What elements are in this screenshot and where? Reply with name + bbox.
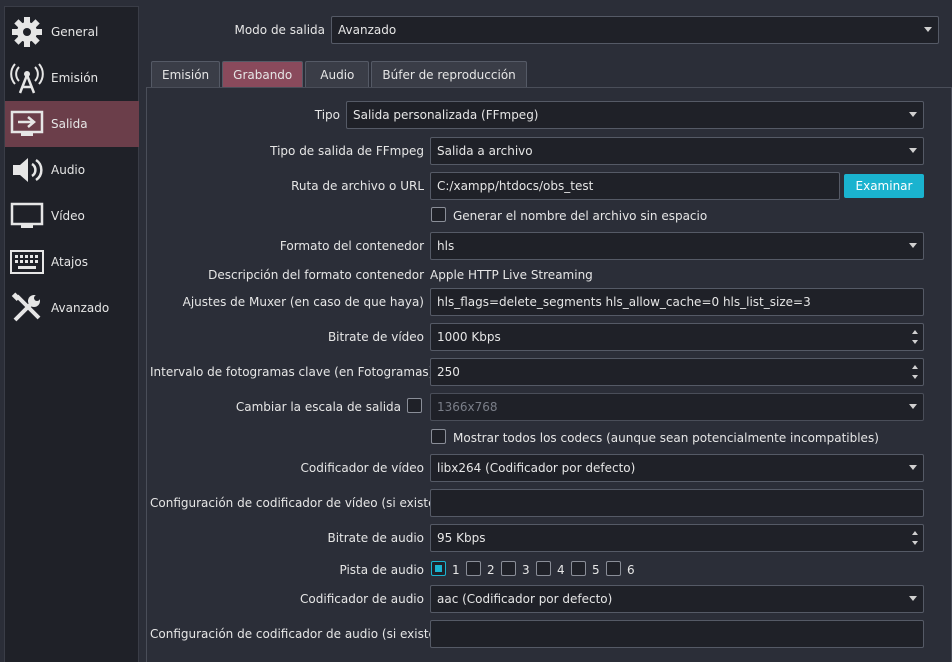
rescale-output-value: 1366x768 xyxy=(437,400,498,414)
audio-track-1-label: 1 xyxy=(452,563,460,577)
video-encoder-settings-input[interactable] xyxy=(430,489,924,517)
broadcast-antenna-icon xyxy=(9,60,45,96)
video-encoder-value: libx264 (Codificador por defecto) xyxy=(437,461,636,475)
tab-bufer[interactable]: Búfer de reproducción xyxy=(371,61,527,87)
tools-icon xyxy=(9,290,45,326)
rescale-output-select[interactable]: 1366x768 xyxy=(430,393,924,421)
video-encoder-label: Codificador de vídeo xyxy=(300,461,424,475)
audio-track-2-checkbox[interactable] xyxy=(466,561,481,576)
chevron-down-icon xyxy=(909,465,917,470)
rescale-output-checkbox[interactable] xyxy=(407,398,422,413)
file-path-input[interactable]: C:/xampp/htdocs/obs_test xyxy=(430,172,840,200)
audio-track-3-label: 3 xyxy=(522,563,530,577)
keyframe-interval-spinbox[interactable]: 250 xyxy=(430,358,924,386)
audio-track-5-checkbox[interactable] xyxy=(571,561,586,576)
chevron-down-icon xyxy=(909,148,917,153)
spin-down-icon[interactable] xyxy=(912,340,918,344)
audio-encoder-select[interactable]: aac (Codificador por defecto) xyxy=(430,585,924,613)
container-format-value: hls xyxy=(437,239,455,253)
spin-up-icon[interactable] xyxy=(912,365,918,369)
audio-track-6-label: 6 xyxy=(627,563,635,577)
sidebar-item-general[interactable]: General xyxy=(5,9,139,55)
video-encoder-select[interactable]: libx264 (Codificador por defecto) xyxy=(430,454,924,482)
muxer-settings-input[interactable]: hls_flags=delete_segments hls_allow_cach… xyxy=(430,288,924,316)
spin-up-icon[interactable] xyxy=(912,531,918,535)
keyboard-icon xyxy=(9,244,45,280)
output-mode-label: Modo de salida xyxy=(234,23,325,37)
ffmpeg-output-type-label: Tipo de salida de FFmpeg xyxy=(270,144,424,158)
chevron-down-icon xyxy=(909,112,917,117)
no-space-filename-checkbox[interactable] xyxy=(431,207,446,222)
muxer-settings-label: Ajustes de Muxer (en caso de que haya) xyxy=(182,295,424,309)
audio-bitrate-spinbox[interactable]: 95 Kbps xyxy=(430,524,924,552)
spin-down-icon[interactable] xyxy=(912,375,918,379)
container-description-value: Apple HTTP Live Streaming xyxy=(430,268,593,282)
speaker-icon xyxy=(9,152,45,188)
audio-encoder-settings-label: Configuración de codificador de audio (s… xyxy=(150,627,441,641)
tab-audio[interactable]: Audio xyxy=(305,61,370,87)
audio-track-1-checkbox[interactable] xyxy=(431,561,446,576)
spin-up-icon[interactable] xyxy=(912,330,918,334)
ffmpeg-output-type-select[interactable]: Salida a archivo xyxy=(430,137,924,165)
audio-bitrate-label: Bitrate de audio xyxy=(327,531,424,545)
chevron-down-icon xyxy=(909,404,917,409)
sidebar-item-audio[interactable]: Audio xyxy=(5,147,139,193)
video-encoder-settings-label: Configuración de codificador de vídeo (s… xyxy=(150,496,441,510)
tipo-value: Salida personalizada (FFmpeg) xyxy=(353,108,539,122)
show-all-codecs-label: Mostrar todos los codecs (aunque sean po… xyxy=(453,431,879,445)
audio-track-4-checkbox[interactable] xyxy=(536,561,551,576)
keyframe-interval-label: Intervalo de fotogramas clave (en Fotogr… xyxy=(150,365,434,379)
output-mode-select[interactable]: Avanzado xyxy=(331,16,939,44)
audio-track-2-label: 2 xyxy=(487,563,495,577)
tab-emision[interactable]: Emisión xyxy=(151,61,221,87)
chevron-down-icon xyxy=(909,596,917,601)
sidebar-item-atajos[interactable]: Atajos xyxy=(5,239,139,285)
settings-sidebar: General Emisión Salida Audio Vídeo Atajo… xyxy=(4,6,139,662)
output-tabs: Emisión Grabando Audio Búfer de reproduc… xyxy=(151,61,529,87)
audio-encoder-settings-input[interactable] xyxy=(430,620,924,648)
video-bitrate-spinbox[interactable]: 1000 Kbps xyxy=(430,323,924,351)
sidebar-item-video[interactable]: Vídeo xyxy=(5,193,139,239)
audio-track-5-label: 5 xyxy=(592,563,600,577)
sidebar-item-salida[interactable]: Salida xyxy=(5,101,139,147)
audio-track-label: Pista de audio xyxy=(339,563,425,577)
file-path-label: Ruta de archivo o URL xyxy=(291,179,424,193)
keyframe-interval-value: 250 xyxy=(437,365,460,379)
audio-encoder-value: aac (Codificador por defecto) xyxy=(437,592,613,606)
rescale-output-label: Cambiar la escala de salida xyxy=(235,400,401,414)
video-bitrate-value: 1000 Kbps xyxy=(437,330,501,344)
chevron-down-icon xyxy=(924,27,932,32)
tipo-select[interactable]: Salida personalizada (FFmpeg) xyxy=(346,101,924,129)
monitor-output-icon xyxy=(9,106,45,142)
audio-track-4-label: 4 xyxy=(557,563,565,577)
no-space-filename-label: Generar el nombre del archivo sin espaci… xyxy=(453,209,708,223)
video-bitrate-label: Bitrate de vídeo xyxy=(327,330,424,344)
tab-grabando[interactable]: Grabando xyxy=(222,61,304,87)
tipo-label: Tipo xyxy=(314,108,340,122)
chevron-down-icon xyxy=(909,243,917,248)
muxer-settings-value: hls_flags=delete_segments hls_allow_cach… xyxy=(437,295,811,309)
ffmpeg-output-type-value: Salida a archivo xyxy=(437,144,533,158)
sidebar-item-emision[interactable]: Emisión xyxy=(5,55,139,101)
file-path-value: C:/xampp/htdocs/obs_test xyxy=(437,179,594,193)
audio-bitrate-value: 95 Kbps xyxy=(437,531,486,545)
monitor-icon xyxy=(9,198,45,234)
gear-icon xyxy=(9,14,45,50)
container-format-label: Formato del contenedor xyxy=(279,239,424,253)
sidebar-item-avanzado[interactable]: Avanzado xyxy=(5,285,139,331)
spin-down-icon[interactable] xyxy=(912,541,918,545)
audio-track-6-checkbox[interactable] xyxy=(606,561,621,576)
show-all-codecs-checkbox[interactable] xyxy=(431,429,446,444)
browse-button[interactable]: Examinar xyxy=(844,174,924,198)
audio-encoder-label: Codificador de audio xyxy=(300,592,424,606)
audio-track-3-checkbox[interactable] xyxy=(501,561,516,576)
container-description-label: Descripción del formato contenedor xyxy=(208,268,424,282)
container-format-select[interactable]: hls xyxy=(430,232,924,260)
output-mode-value: Avanzado xyxy=(338,23,397,37)
